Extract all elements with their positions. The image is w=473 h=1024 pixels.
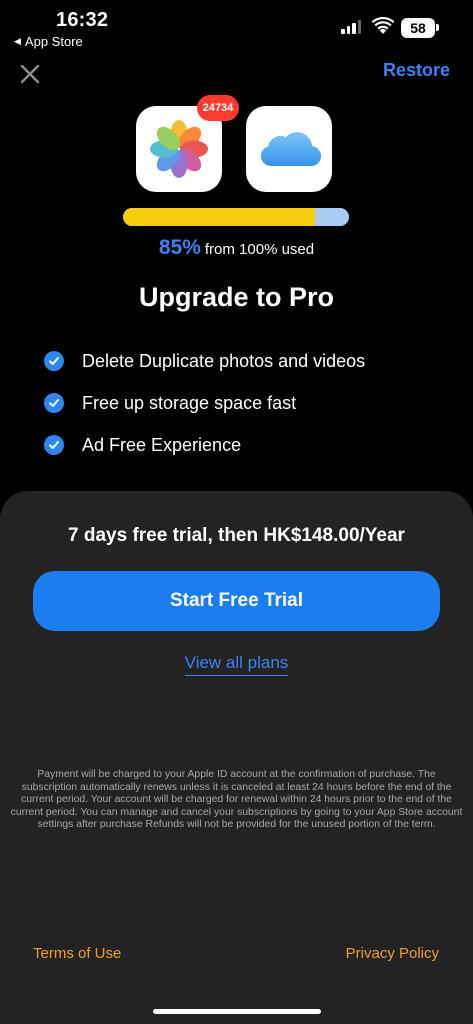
storage-percent: 85% [158,236,201,259]
cloud-icon [260,132,322,167]
storage-used-label: from 100% used [204,241,315,258]
back-arrow-icon: ◀ [14,36,21,46]
photo-count-badge: 24734 [197,95,239,121]
cellular-signal-icon [341,20,361,34]
feature-item: Ad Free Experience [44,424,365,466]
privacy-policy-link[interactable]: Privacy Policy [346,945,439,962]
checkmark-icon [44,393,64,413]
feature-item: Free up storage space fast [44,382,365,424]
checkmark-icon [44,435,64,455]
back-to-app-store[interactable]: ◀ App Store [14,34,83,49]
storage-usage-text: 85% from 100% used [0,236,473,260]
back-app-label: App Store [24,34,83,49]
close-icon[interactable] [18,62,42,86]
trial-price-text: 7 days free trial, then HK$148.00/Year [68,525,405,546]
photos-app-icon: 24734 [136,95,239,192]
feature-item: Delete Duplicate photos and videos [44,340,365,382]
feature-text: Free up storage space fast [82,392,297,413]
status-bar: 16:32 ◀ App Store 58 [0,0,473,60]
view-all-plans-link[interactable]: View all plans [184,653,289,676]
page-title: Upgrade to Pro [138,282,334,312]
restore-button[interactable]: Restore [383,60,450,81]
battery-tip [436,24,439,31]
feature-text: Ad Free Experience [82,434,242,455]
status-time: 16:32 [56,9,109,31]
checkmark-icon [44,351,64,371]
terms-of-use-link[interactable]: Terms of Use [33,945,121,962]
start-free-trial-button[interactable]: Start Free Trial [33,571,440,631]
view-plans-container: View all plans [0,653,473,676]
purchase-sheet: 7 days free trial, then HK$148.00/Year S… [0,491,473,1024]
icloud-app-icon [246,106,332,192]
storage-progress-bar [123,208,349,226]
feature-list: Delete Duplicate photos and videos Free … [44,340,365,466]
feature-text: Delete Duplicate photos and videos [82,350,366,371]
wifi-icon [372,17,394,34]
legal-disclaimer: Payment will be charged to your Apple ID… [10,769,463,830]
home-indicator [153,1009,321,1014]
storage-progress-fill [123,208,316,226]
battery-icon: 58 [401,18,435,38]
